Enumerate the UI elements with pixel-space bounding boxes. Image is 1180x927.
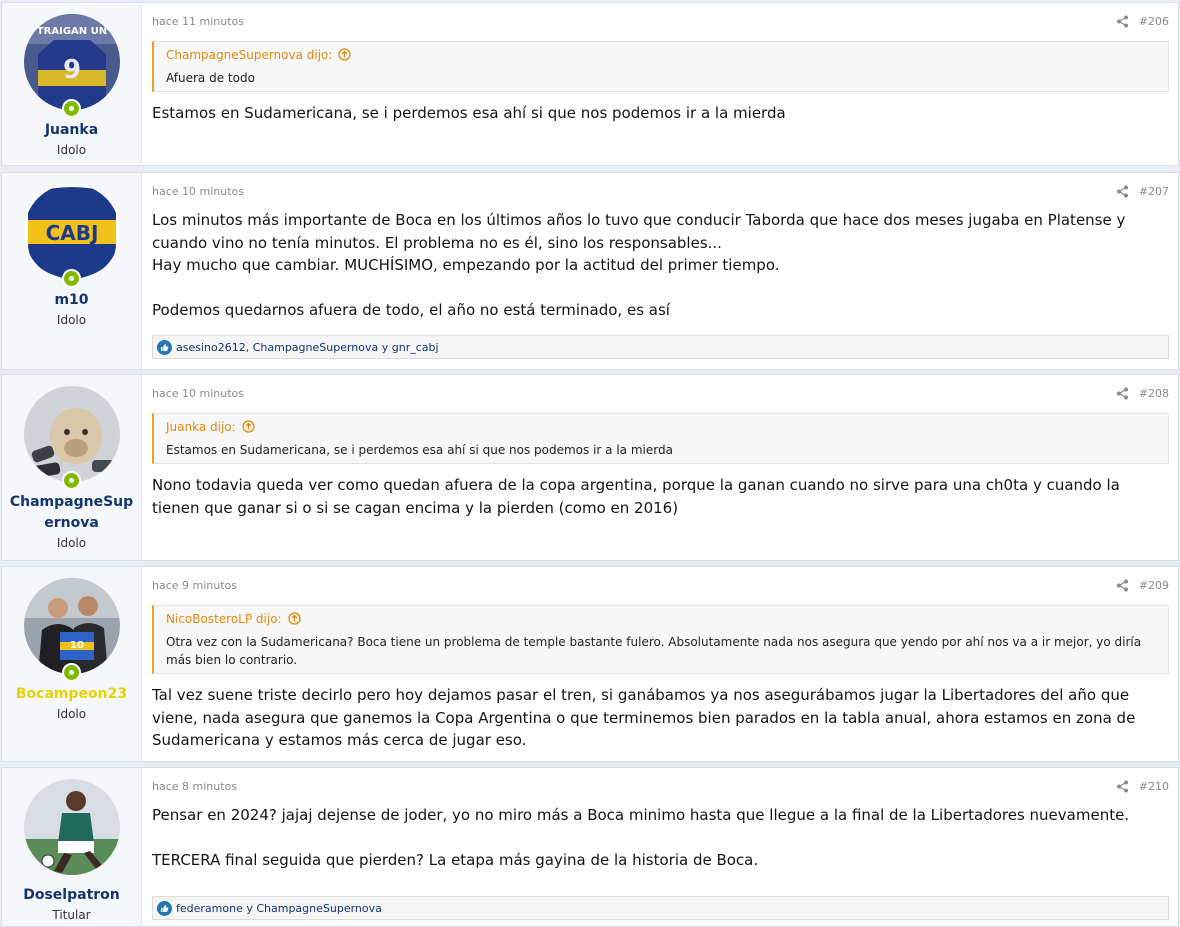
post-number[interactable]: #209: [1139, 579, 1169, 592]
online-status-icon: [61, 663, 81, 682]
post-message: Los minutos más importante de Boca en lo…: [152, 209, 1169, 322]
reactions-list[interactable]: asesino2612, ChampagneSupernova y gnr_ca…: [176, 341, 439, 354]
quote-block: NicoBosteroLP dijo: Otra vez con la Suda…: [152, 605, 1169, 674]
quote-author[interactable]: ChampagneSupernova dijo:: [166, 48, 332, 62]
user-card: ChampagneSupernova Idolo: [2, 375, 142, 560]
svg-text:CABJ: CABJ: [45, 221, 98, 245]
quote-text: Afuera de todo: [166, 71, 255, 85]
post-message: Nono todavia queda ver como quedan afuer…: [152, 474, 1169, 519]
quote-author[interactable]: Juanka dijo:: [166, 420, 236, 434]
post-206: TRAIGAN UN 9 Juanka Idolo hace 11 minuto…: [1, 2, 1179, 166]
user-title: Idolo: [56, 536, 87, 550]
post-time[interactable]: hace 10 minutos: [152, 387, 244, 400]
post-message: Pensar en 2024? jajaj dejense de joder, …: [152, 804, 1169, 872]
user-title: Idolo: [56, 143, 87, 157]
online-status-icon: [61, 471, 81, 490]
user-title: Idolo: [56, 313, 87, 327]
avatar[interactable]: [23, 779, 120, 875]
reactions-list[interactable]: federamone y ChampagneSupernova: [176, 902, 382, 915]
go-to-quote-icon[interactable]: [287, 612, 301, 625]
post-time[interactable]: hace 8 minutos: [152, 780, 237, 793]
user-title: Titular: [52, 908, 91, 922]
message-paragraph: [152, 277, 1169, 300]
share-icon[interactable]: [1116, 780, 1129, 793]
user-card: 10 Bocampeon23 Idolo: [2, 567, 142, 761]
post-209: 10 Bocampeon23 Idolo hace 9 minutos #209…: [1, 566, 1179, 762]
username[interactable]: m10: [2, 290, 141, 311]
message-paragraph: Pensar en 2024? jajaj dejense de joder, …: [152, 806, 1130, 824]
username[interactable]: Bocampeon23: [2, 684, 141, 705]
go-to-quote-icon[interactable]: [338, 48, 352, 61]
post-number[interactable]: #206: [1139, 15, 1169, 28]
post-207: CABJ m10 Idolo hace 10 minutos #207 Los …: [1, 172, 1179, 370]
thread-posts: TRAIGAN UN 9 Juanka Idolo hace 11 minuto…: [0, 0, 1180, 927]
svg-text:TRAIGAN UN: TRAIGAN UN: [36, 26, 106, 37]
message-paragraph: Hay mucho que cambiar. MUCHÍSIMO, empeza…: [152, 256, 780, 274]
reactions-bar[interactable]: asesino2612, ChampagneSupernova y gnr_ca…: [152, 335, 1169, 359]
go-to-quote-icon[interactable]: [242, 420, 255, 433]
post-message: Estamos en Sudamericana, se i perdemos e…: [152, 102, 1169, 125]
username[interactable]: Doselpatron: [2, 885, 141, 906]
message-paragraph: [152, 827, 1169, 850]
svg-text:10: 10: [70, 640, 84, 651]
post-number[interactable]: #207: [1139, 185, 1169, 198]
post-time[interactable]: hace 11 minutos: [152, 15, 244, 28]
avatar[interactable]: [23, 386, 120, 482]
username[interactable]: ChampagneSupernova: [2, 492, 141, 534]
share-icon[interactable]: [1116, 185, 1129, 198]
message-paragraph: Tal vez suene triste decirlo pero hoy de…: [152, 686, 1141, 749]
username[interactable]: Juanka: [2, 120, 141, 141]
share-icon[interactable]: [1116, 387, 1129, 400]
post-time[interactable]: hace 10 minutos: [152, 185, 244, 198]
message-paragraph: Estamos en Sudamericana, se i perdemos e…: [152, 104, 786, 122]
quote-block: Juanka dijo: Estamos en Sudamericana, se…: [152, 413, 1169, 464]
message-paragraph: Los minutos más importante de Boca en lo…: [152, 211, 1131, 252]
message-paragraph: Nono todavia queda ver como quedan afuer…: [152, 476, 1125, 517]
quote-text: Estamos en Sudamericana, se i perdemos e…: [166, 443, 673, 457]
avatar[interactable]: TRAIGAN UN 9: [23, 14, 120, 110]
post-number[interactable]: #208: [1139, 387, 1169, 400]
post-208: ChampagneSupernova Idolo hace 10 minutos…: [1, 374, 1179, 561]
reactions-bar[interactable]: federamone y ChampagneSupernova: [152, 896, 1169, 920]
share-icon[interactable]: [1116, 579, 1129, 592]
online-status-icon: [61, 99, 81, 118]
online-status-icon: [61, 269, 81, 288]
avatar[interactable]: CABJ: [23, 184, 120, 280]
share-icon[interactable]: [1116, 15, 1129, 28]
message-paragraph: Podemos quedarnos afuera de todo, el año…: [152, 301, 670, 319]
quote-author[interactable]: NicoBosteroLP dijo:: [166, 612, 282, 626]
quote-text: Otra vez con la Sudamericana? Boca tiene…: [166, 635, 1142, 667]
svg-text:9: 9: [62, 55, 80, 85]
user-card: Doselpatron Titular: [2, 768, 142, 926]
user-card: CABJ m10 Idolo: [2, 173, 142, 369]
post-number[interactable]: #210: [1139, 780, 1169, 793]
post-message: Tal vez suene triste decirlo pero hoy de…: [152, 684, 1169, 752]
like-icon: [157, 900, 172, 916]
post-time[interactable]: hace 9 minutos: [152, 579, 237, 592]
post-210: Doselpatron Titular hace 8 minutos #210 …: [1, 767, 1179, 927]
avatar[interactable]: 10: [23, 578, 120, 674]
user-title: Idolo: [56, 707, 87, 721]
message-paragraph: TERCERA final seguida que pierden? La et…: [152, 851, 759, 869]
quote-block: ChampagneSupernova dijo: Afuera de todo: [152, 41, 1169, 92]
like-icon: [157, 339, 172, 355]
user-card: TRAIGAN UN 9 Juanka Idolo: [2, 3, 142, 165]
